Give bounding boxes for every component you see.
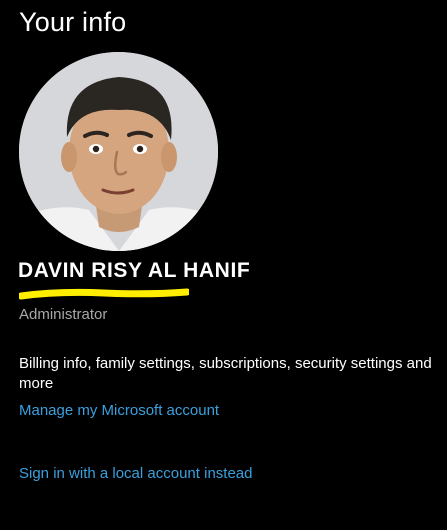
- manage-microsoft-account-link[interactable]: Manage my Microsoft account: [19, 402, 219, 419]
- avatar[interactable]: [19, 52, 218, 251]
- billing-info-text: Billing info, family settings, subscript…: [19, 355, 432, 392]
- sign-in-local-account-link[interactable]: Sign in with a local account instead: [19, 465, 252, 482]
- user-name: DAVIN RISY AL HANIF: [18, 259, 251, 282]
- avatar-image: [19, 52, 218, 251]
- account-role: Administrator: [19, 306, 108, 323]
- redacted-email-highlight: [19, 288, 189, 301]
- page-title: Your info: [19, 7, 127, 37]
